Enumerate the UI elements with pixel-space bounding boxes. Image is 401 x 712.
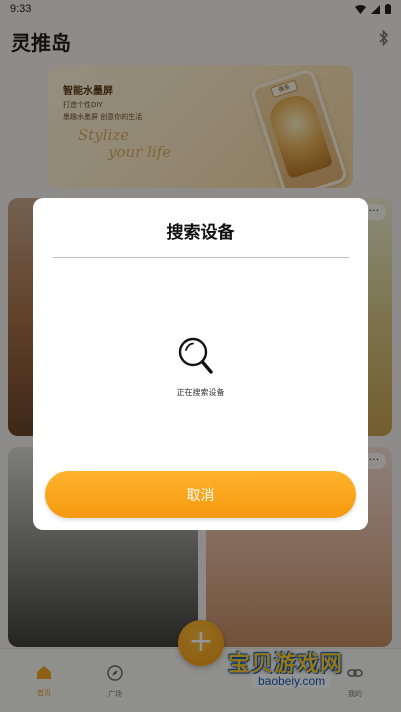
cancel-button[interactable]: 取消: [45, 471, 356, 518]
dialog-divider: [53, 257, 349, 258]
searching-status: 正在搜索设备: [176, 388, 225, 397]
dialog-title: 搜索设备: [166, 223, 235, 243]
search-icon: [178, 337, 213, 374]
search-device-dialog: 搜索设备 正在搜索设备 取消: [33, 198, 368, 530]
